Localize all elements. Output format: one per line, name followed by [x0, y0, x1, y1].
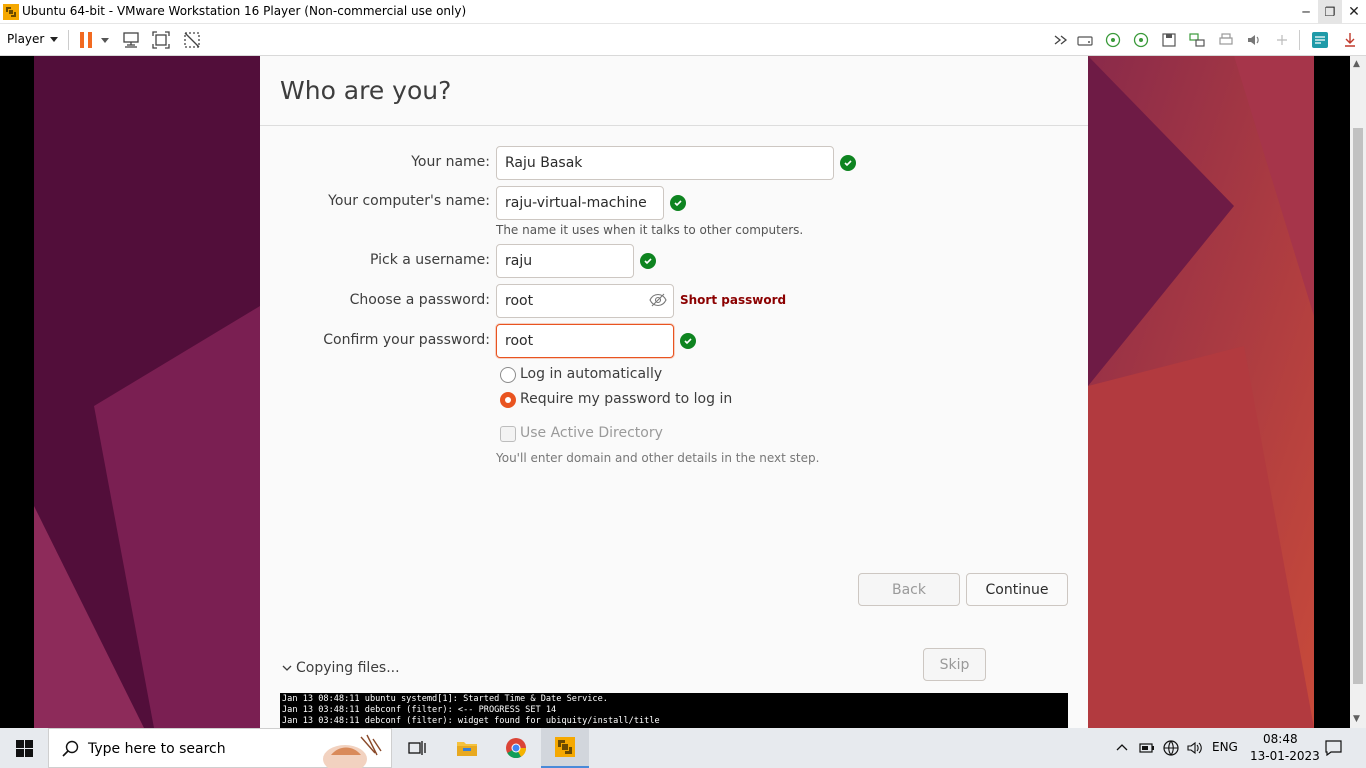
toolbar-divider	[1299, 30, 1300, 50]
password-strength: Short password	[680, 293, 787, 307]
vmware-toolbar: Player	[0, 24, 1366, 56]
password-label: Choose a password:	[349, 292, 490, 308]
cd-icon[interactable]	[1105, 32, 1121, 48]
vmware-icon[interactable]	[541, 728, 589, 768]
vm-scrollbar[interactable]: ▲ ▼	[1350, 56, 1366, 728]
pause-icon[interactable]	[76, 30, 96, 50]
device-icon[interactable]	[1342, 32, 1358, 48]
message-icon[interactable]	[1311, 31, 1329, 49]
computer-name-field[interactable]: raju-virtual-machine	[496, 186, 664, 220]
check-icon	[680, 333, 696, 349]
log-line: Jan 13 03:48:11 debconf (filter): <-- PR…	[282, 705, 557, 715]
printer-icon[interactable]	[1218, 32, 1234, 48]
confirm-password-field[interactable]: root	[496, 324, 674, 358]
sound-icon[interactable]	[1246, 32, 1262, 48]
search-icon	[62, 740, 79, 757]
chevron-down-icon	[50, 36, 59, 42]
network-icon[interactable]	[1189, 32, 1205, 48]
window-title: Ubuntu 64-bit - VMware Workstation 16 Pl…	[22, 4, 467, 18]
installer-window: Who are you? Your name: Raju Basak Your …	[260, 56, 1088, 728]
player-menu-button[interactable]: Player	[7, 32, 59, 46]
log-line: Jan 13 03:48:11 debconf (filter): widget…	[282, 716, 660, 726]
windows-logo-icon	[15, 739, 33, 757]
language-indicator[interactable]: ENG	[1212, 740, 1238, 754]
active-directory-label[interactable]: Use Active Directory	[520, 425, 663, 441]
password-field[interactable]: root	[496, 284, 674, 318]
scroll-down-icon[interactable]: ▼	[1353, 714, 1360, 724]
clock-date[interactable]: 13-01-2023	[1250, 749, 1320, 763]
check-icon	[640, 253, 656, 269]
globe-network-icon[interactable]	[1163, 740, 1179, 756]
battery-icon[interactable]	[1139, 741, 1155, 755]
hdd-icon[interactable]	[1077, 32, 1093, 48]
restore-button[interactable]: ❐	[1318, 0, 1342, 24]
progress-label: Copying files...	[296, 660, 400, 676]
chrome-icon[interactable]	[492, 728, 540, 768]
log-line: Jan 13 08:48:11 ubuntu systemd[1]: Start…	[282, 694, 608, 704]
login-auto-radio[interactable]	[500, 367, 516, 383]
usb-icon[interactable]	[1274, 32, 1290, 48]
cd2-icon[interactable]	[1133, 32, 1149, 48]
minimize-button[interactable]: ─	[1294, 0, 1318, 24]
active-directory-checkbox[interactable]	[500, 426, 516, 442]
chevron-down-icon	[282, 665, 292, 671]
windows-taskbar: Type here to search ENG 08:48 13-01-2023	[0, 728, 1366, 768]
task-view-icon[interactable]	[393, 728, 441, 768]
name-label: Your name:	[411, 154, 490, 170]
check-icon	[840, 155, 856, 171]
confirm-password-label: Confirm your password:	[323, 332, 490, 348]
continue-button[interactable]: Continue	[966, 573, 1068, 606]
login-auto-label[interactable]: Log in automatically	[520, 366, 662, 382]
search-placeholder: Type here to search	[88, 741, 226, 757]
page-title: Who are you?	[280, 76, 452, 105]
unity-icon[interactable]	[182, 30, 202, 50]
require-password-label[interactable]: Require my password to log in	[520, 391, 732, 407]
clock-time[interactable]: 08:48	[1263, 732, 1298, 746]
progress-toggle[interactable]: Copying files...	[282, 660, 400, 676]
more-chevron-icon[interactable]	[1053, 32, 1069, 48]
computer-name-hint: The name it uses when it talks to other …	[496, 223, 804, 237]
username-label: Pick a username:	[369, 252, 490, 268]
divider	[260, 125, 1088, 126]
scroll-up-icon[interactable]: ▲	[1353, 59, 1360, 69]
require-password-radio[interactable]	[500, 392, 516, 408]
send-ctrl-alt-del-icon[interactable]	[121, 30, 141, 50]
file-explorer-icon[interactable]	[443, 728, 491, 768]
active-directory-hint: You'll enter domain and other details in…	[496, 451, 820, 465]
show-password-icon[interactable]	[649, 293, 667, 307]
fit-guest-icon[interactable]	[151, 30, 171, 50]
skip-button[interactable]: Skip	[923, 648, 986, 681]
vmware-logo-icon	[3, 4, 19, 20]
computer-name-label: Your computer's name:	[328, 193, 490, 209]
volume-icon[interactable]	[1186, 740, 1204, 756]
floppy-icon[interactable]	[1161, 32, 1177, 48]
taskbar-search-box[interactable]: Type here to search	[48, 728, 392, 768]
notification-icon[interactable]	[1325, 740, 1342, 756]
username-field[interactable]: raju	[496, 244, 634, 278]
start-button[interactable]	[0, 728, 48, 768]
chevron-up-icon[interactable]	[1116, 742, 1128, 752]
player-menu-label: Player	[7, 32, 45, 46]
scroll-thumb[interactable]	[1353, 128, 1363, 684]
install-log: Jan 13 08:48:11 ubuntu systemd[1]: Start…	[280, 693, 1068, 728]
back-button[interactable]: Back	[858, 573, 960, 606]
toolbar-divider	[68, 30, 69, 50]
check-icon	[670, 195, 686, 211]
pause-dropdown-icon[interactable]	[98, 30, 112, 50]
close-button[interactable]: ✕	[1342, 0, 1366, 24]
vm-screen[interactable]: ▲ ▼ Who are you? Your name: Raju Basak Y…	[0, 56, 1366, 728]
search-highlight-icon	[323, 734, 382, 768]
name-field[interactable]: Raju Basak	[496, 146, 834, 180]
vmware-title-bar: Ubuntu 64-bit - VMware Workstation 16 Pl…	[0, 0, 1366, 24]
